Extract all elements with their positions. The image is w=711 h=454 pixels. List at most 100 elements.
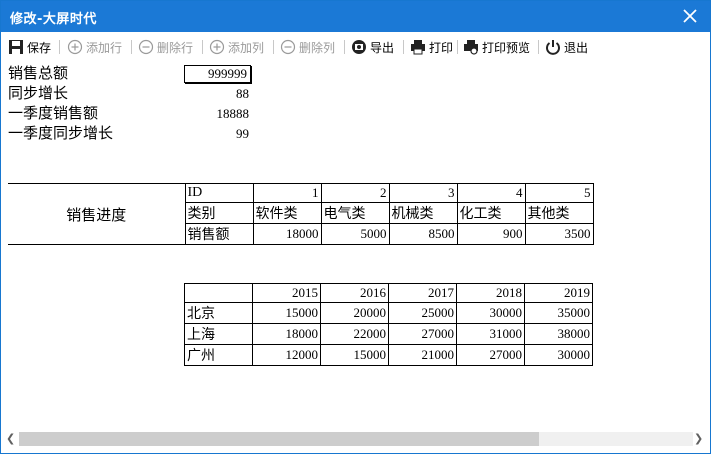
sync-growth-value[interactable]: 88 <box>184 85 249 103</box>
exit-button[interactable]: 退出 <box>545 38 588 56</box>
table-cell[interactable]: 北京 <box>184 302 253 324</box>
print-preview-label: 打印预览 <box>482 40 531 55</box>
toolbar: 保存 添加行 删除行 添加列 删除列 导出 打印 打印预览 退出 <box>1 32 710 62</box>
sync-growth-label: 同步增长 <box>8 86 69 102</box>
table-cell[interactable]: 1 <box>252 183 322 203</box>
table-row: 北京 15000 20000 25000 30000 35000 <box>184 302 593 324</box>
toolbar-divider <box>457 40 458 54</box>
add-column-label: 添加列 <box>228 40 265 55</box>
toolbar-divider <box>202 40 203 54</box>
table-row: 广州 12000 15000 21000 27000 30000 <box>184 344 593 366</box>
table-cell[interactable]: 类别 <box>184 202 254 224</box>
table-cell[interactable]: 广州 <box>184 344 253 366</box>
table-cell[interactable]: 35000 <box>524 302 593 324</box>
table-cell[interactable]: 2016 <box>320 283 389 303</box>
table-cell[interactable]: 软件类 <box>252 202 322 224</box>
table-cell[interactable]: 3 <box>388 183 458 203</box>
save-button[interactable]: 保存 <box>8 38 51 56</box>
power-icon <box>546 40 560 55</box>
table-cell[interactable]: 上海 <box>184 323 253 345</box>
add-row-label: 添加行 <box>86 40 123 55</box>
export-label: 导出 <box>370 40 395 55</box>
table-cell[interactable]: 900 <box>456 223 526 245</box>
report-canvas: 销售总额 同步增长 一季度销售额 一季度同步增长 999999 88 18888… <box>1 62 710 426</box>
q1-sales-value[interactable]: 18888 <box>184 105 250 123</box>
toolbar-divider <box>344 40 345 54</box>
save-icon <box>9 40 23 54</box>
export-button[interactable]: 导出 <box>351 38 394 56</box>
minus-circle-icon <box>138 39 154 55</box>
total-sales-value[interactable]: 999999 <box>184 65 251 83</box>
table-cell[interactable]: 2 <box>320 183 390 203</box>
table-cell[interactable]: 机械类 <box>388 202 458 224</box>
table-cell[interactable]: 31000 <box>456 323 525 345</box>
print-preview-button[interactable]: 打印预览 <box>463 38 530 56</box>
table-cell[interactable]: 15000 <box>320 344 389 366</box>
table-cell[interactable]: 2018 <box>456 283 525 303</box>
table-cell[interactable]: 30000 <box>456 302 525 324</box>
table-cell[interactable]: 2019 <box>524 283 593 303</box>
delete-column-button[interactable]: 删除列 <box>280 38 335 56</box>
table-cell[interactable]: 电气类 <box>320 202 390 224</box>
table-cell[interactable]: 38000 <box>524 323 593 345</box>
table-cell[interactable]: 21000 <box>388 344 457 366</box>
table-cell[interactable]: 30000 <box>524 344 593 366</box>
horizontal-scrollbar[interactable]: ❮ ❯ <box>1 426 710 453</box>
table-cell[interactable]: 22000 <box>320 323 389 345</box>
table-cell[interactable]: ID <box>184 183 254 203</box>
print-button[interactable]: 打印 <box>410 38 453 56</box>
scroll-thumb[interactable] <box>19 432 539 446</box>
table-cell[interactable]: 其他类 <box>524 202 594 224</box>
q1-growth-label: 一季度同步增长 <box>8 126 114 142</box>
export-icon <box>352 40 366 54</box>
close-icon[interactable] <box>680 6 700 26</box>
table-cell[interactable]: 化工类 <box>456 202 526 224</box>
toolbar-divider <box>59 40 60 54</box>
scroll-left-icon[interactable]: ❮ <box>6 433 16 445</box>
total-sales-label: 销售总额 <box>8 66 69 82</box>
delete-row-button[interactable]: 删除行 <box>138 38 193 56</box>
print-label: 打印 <box>429 40 454 55</box>
q1-sales-label: 一季度销售额 <box>8 106 99 122</box>
table-cell[interactable]: 25000 <box>388 302 457 324</box>
scroll-right-icon[interactable]: ❯ <box>694 433 704 445</box>
table-cell[interactable]: 销售额 <box>184 223 254 245</box>
table-cell[interactable]: 27000 <box>456 344 525 366</box>
table-corner-cell[interactable] <box>184 283 253 303</box>
delete-column-label: 删除列 <box>299 40 336 55</box>
table-row: 上海 18000 22000 27000 31000 38000 <box>184 323 593 345</box>
plus-circle-icon <box>209 39 225 55</box>
table-cell[interactable]: 8500 <box>388 223 458 245</box>
toolbar-divider <box>538 40 539 54</box>
add-column-button[interactable]: 添加列 <box>209 38 264 56</box>
sales-progress-table: 销售进度 ID 1 2 3 4 5 类别 软件类 电气类 机械类 化工类 其他类… <box>8 183 594 245</box>
table-cell[interactable]: 20000 <box>320 302 389 324</box>
yearly-city-table: 2015 2016 2017 2018 2019 北京 15000 20000 … <box>184 283 593 366</box>
title-bar: 修改-大屏时代 <box>1 1 710 32</box>
toolbar-divider <box>131 40 132 54</box>
table-cell[interactable]: 2017 <box>388 283 457 303</box>
q1-growth-value[interactable]: 99 <box>184 125 249 143</box>
printer-icon <box>411 40 425 55</box>
table-cell[interactable]: 2015 <box>252 283 321 303</box>
toolbar-divider <box>403 40 404 54</box>
table-cell[interactable]: 18000 <box>252 223 322 245</box>
table-cell[interactable]: 18000 <box>252 323 321 345</box>
table-cell[interactable]: 3500 <box>524 223 594 245</box>
table-cell[interactable]: 15000 <box>252 302 321 324</box>
toolbar-divider <box>273 40 274 54</box>
table-cell[interactable]: 5 <box>524 183 594 203</box>
table-cell[interactable]: 5000 <box>320 223 390 245</box>
minus-circle-icon <box>280 39 296 55</box>
print-preview-icon <box>464 40 478 55</box>
table-cell[interactable]: 27000 <box>388 323 457 345</box>
table-cell[interactable]: 12000 <box>252 344 321 366</box>
table-cell[interactable]: 4 <box>456 183 526 203</box>
window-title: 修改-大屏时代 <box>10 12 97 27</box>
plus-circle-icon <box>67 39 83 55</box>
save-label: 保存 <box>27 40 52 55</box>
table-row: 2015 2016 2017 2018 2019 <box>184 283 593 303</box>
table-row: 销售进度 ID 1 2 3 4 5 <box>8 183 594 245</box>
progress-title-cell[interactable]: 销售进度 <box>8 183 186 245</box>
add-row-button[interactable]: 添加行 <box>67 38 122 56</box>
